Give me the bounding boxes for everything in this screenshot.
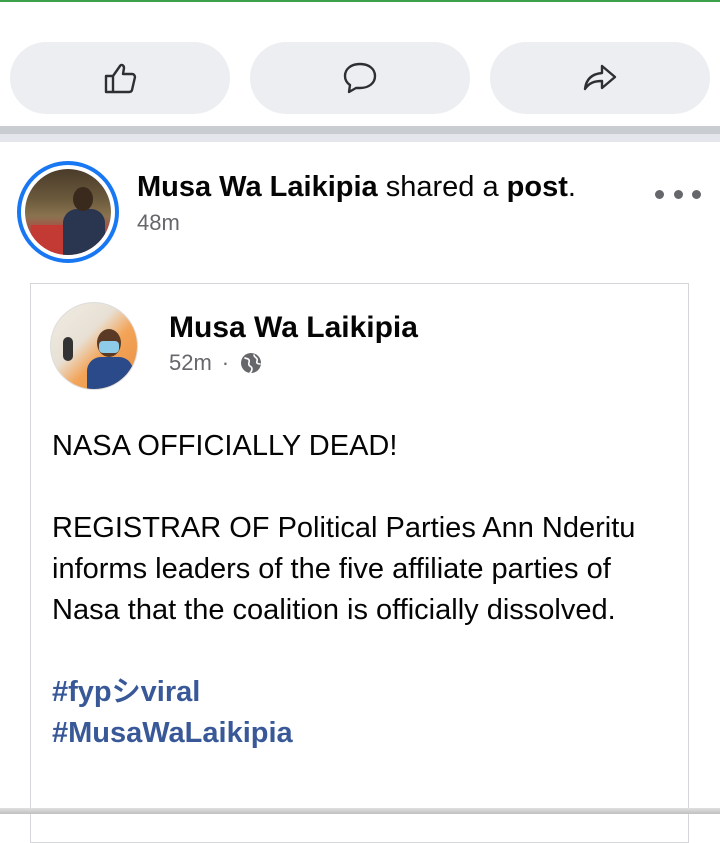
post-headline: NASA OFFICIALLY DEAD! [52, 430, 398, 462]
post-timestamp[interactable]: 48m [137, 210, 180, 236]
shared-post-meta: 52m · [169, 350, 263, 376]
bottom-edge [0, 808, 720, 814]
post-link[interactable]: post [507, 171, 568, 203]
thumbs-up-icon [104, 63, 137, 94]
more-dot-icon [655, 189, 664, 199]
post-header: Musa Wa Laikipia shared a post. [137, 171, 576, 204]
feed-divider [0, 126, 720, 142]
share-icon [583, 64, 617, 91]
post-body: NASA OFFICIALLY DEAD! REGISTRAR OF Polit… [52, 426, 672, 754]
author-name[interactable]: Musa Wa Laikipia [137, 171, 378, 203]
like-button[interactable] [10, 42, 230, 114]
globe-icon [241, 353, 262, 374]
comment-icon [343, 62, 377, 94]
shared-timestamp[interactable]: 52m [169, 350, 212, 376]
meta-separator: · [221, 350, 230, 375]
hashtag-link[interactable]: #MusaWaLaikipia [52, 717, 293, 749]
more-dot-icon [673, 189, 683, 199]
top-accent-line [0, 0, 720, 2]
shared-author-name[interactable]: Musa Wa Laikipia [169, 311, 418, 345]
shared-author-avatar[interactable] [50, 302, 138, 390]
share-button[interactable] [490, 42, 710, 114]
profile-avatar[interactable] [17, 161, 119, 263]
post-action-bar [0, 42, 720, 114]
more-dot-icon [692, 189, 701, 199]
shared-action-text: shared a [377, 171, 507, 203]
header-period: . [567, 171, 576, 203]
comment-button[interactable] [250, 42, 470, 114]
post-paragraph: REGISTRAR OF Political Parties Ann Nderi… [52, 512, 636, 626]
more-options-button[interactable] [655, 181, 701, 207]
hashtag-link[interactable]: #fypシviral [52, 676, 200, 708]
